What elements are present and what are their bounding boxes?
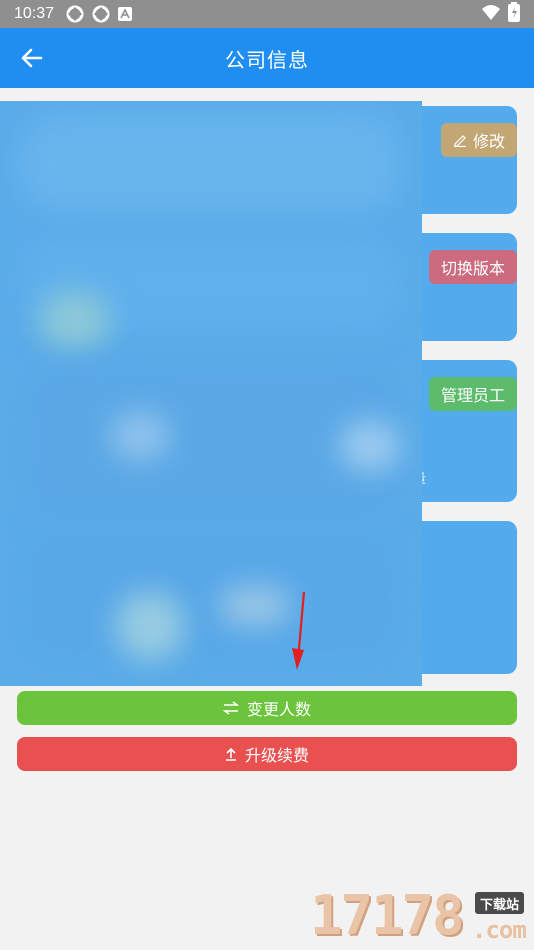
edit-label: 修改 xyxy=(472,132,505,151)
manage-staff-label: 管理员工 xyxy=(440,386,505,405)
edit-button[interactable]: 修改 xyxy=(440,123,517,157)
manage-staff-button[interactable]: 管理员工 xyxy=(428,377,517,411)
back-button[interactable] xyxy=(18,44,46,72)
annotation-arrow-icon xyxy=(292,591,306,670)
battery-icon xyxy=(508,2,520,26)
watermark-number: 17178 xyxy=(310,884,465,947)
upgrade-renew-label: 升级续费 xyxy=(244,746,309,765)
wifi-icon xyxy=(482,4,500,24)
page-title: 公司信息 xyxy=(225,47,309,72)
upload-icon xyxy=(225,747,236,761)
site-watermark: 17178 下载站 .com xyxy=(310,884,532,948)
app-bar: 公司信息 xyxy=(0,28,534,88)
watermark-domain: .com xyxy=(472,916,527,944)
status-time: 10:37 xyxy=(14,5,55,22)
sync-icon xyxy=(92,5,110,23)
blurred-content-overlay xyxy=(0,101,422,686)
switch-version-label: 切换版本 xyxy=(440,259,505,278)
status-right xyxy=(482,2,520,26)
status-bar: 10:37 xyxy=(0,0,534,28)
change-headcount-button[interactable]: 变更人数 xyxy=(17,691,517,725)
pencil-icon xyxy=(453,135,466,147)
swap-icon xyxy=(222,701,239,715)
arrow-left-icon xyxy=(21,48,43,68)
change-headcount-label: 变更人数 xyxy=(246,700,311,719)
notification-a-icon xyxy=(118,7,133,21)
switch-version-button[interactable]: 切换版本 xyxy=(428,250,517,284)
watermark-tag: 下载站 xyxy=(475,892,525,914)
sync-icon xyxy=(66,5,84,23)
upgrade-renew-button[interactable]: 升级续费 xyxy=(17,737,517,771)
